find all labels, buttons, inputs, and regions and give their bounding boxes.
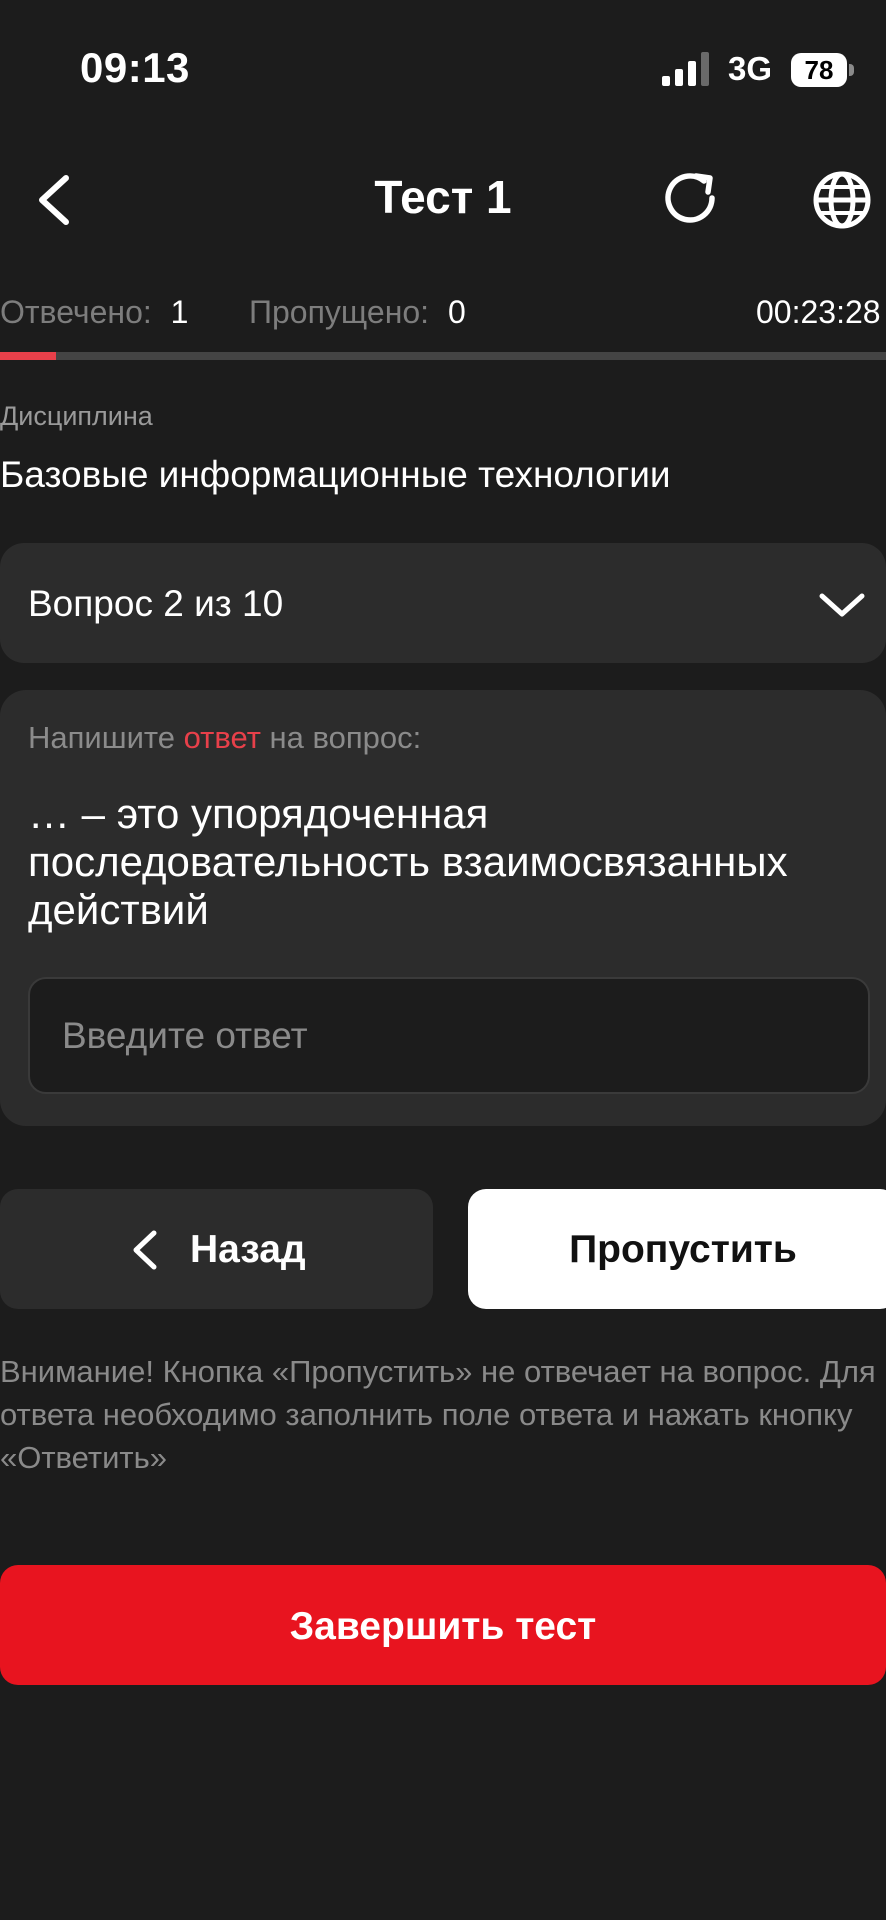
battery-icon: 78 <box>791 53 854 87</box>
progress-fill <box>0 352 56 360</box>
chevron-left-icon <box>133 1230 157 1270</box>
back-button-label: Назад <box>190 1228 306 1271</box>
skip-notice: Внимание! Кнопка «Пропустить» не отвечае… <box>0 1354 876 1475</box>
prompt-highlight: ответ <box>183 720 261 755</box>
discipline-value: Базовые информационные технологии <box>0 454 671 495</box>
timer: 00:23:28 <box>756 294 881 330</box>
answered-stat: Отвечено: 1 <box>0 294 188 331</box>
page-title: Тест 1 <box>374 171 512 223</box>
prompt-before: Напишите <box>28 720 184 755</box>
skipped-label: Пропущено: <box>249 294 430 330</box>
question-selector-label: Вопрос 2 из 10 <box>28 583 284 624</box>
chevron-down-icon[interactable] <box>818 590 866 620</box>
network-type: 3G <box>728 50 773 87</box>
finish-test-label: Завершить тест <box>289 1605 597 1648</box>
answer-input[interactable] <box>28 977 870 1094</box>
answered-value: 1 <box>170 294 189 330</box>
question-prompt: Напишите ответ на вопрос: <box>28 720 421 756</box>
skipped-stat: Пропущено: 0 <box>249 294 466 331</box>
discipline-label: Дисциплина <box>0 401 153 431</box>
prompt-after: на вопрос: <box>260 720 422 755</box>
question-text: … – это упорядоченная последовательность… <box>28 790 788 933</box>
globe-icon[interactable] <box>810 168 874 232</box>
signal-icon <box>662 52 709 86</box>
battery-level: 78 <box>804 55 834 85</box>
answered-label: Отвечено: <box>0 294 152 330</box>
status-time: 09:13 <box>80 44 190 91</box>
skip-button-label: Пропустить <box>569 1228 797 1271</box>
skipped-value: 0 <box>447 294 466 330</box>
refresh-icon[interactable] <box>660 168 724 232</box>
progress-bar <box>0 352 886 360</box>
